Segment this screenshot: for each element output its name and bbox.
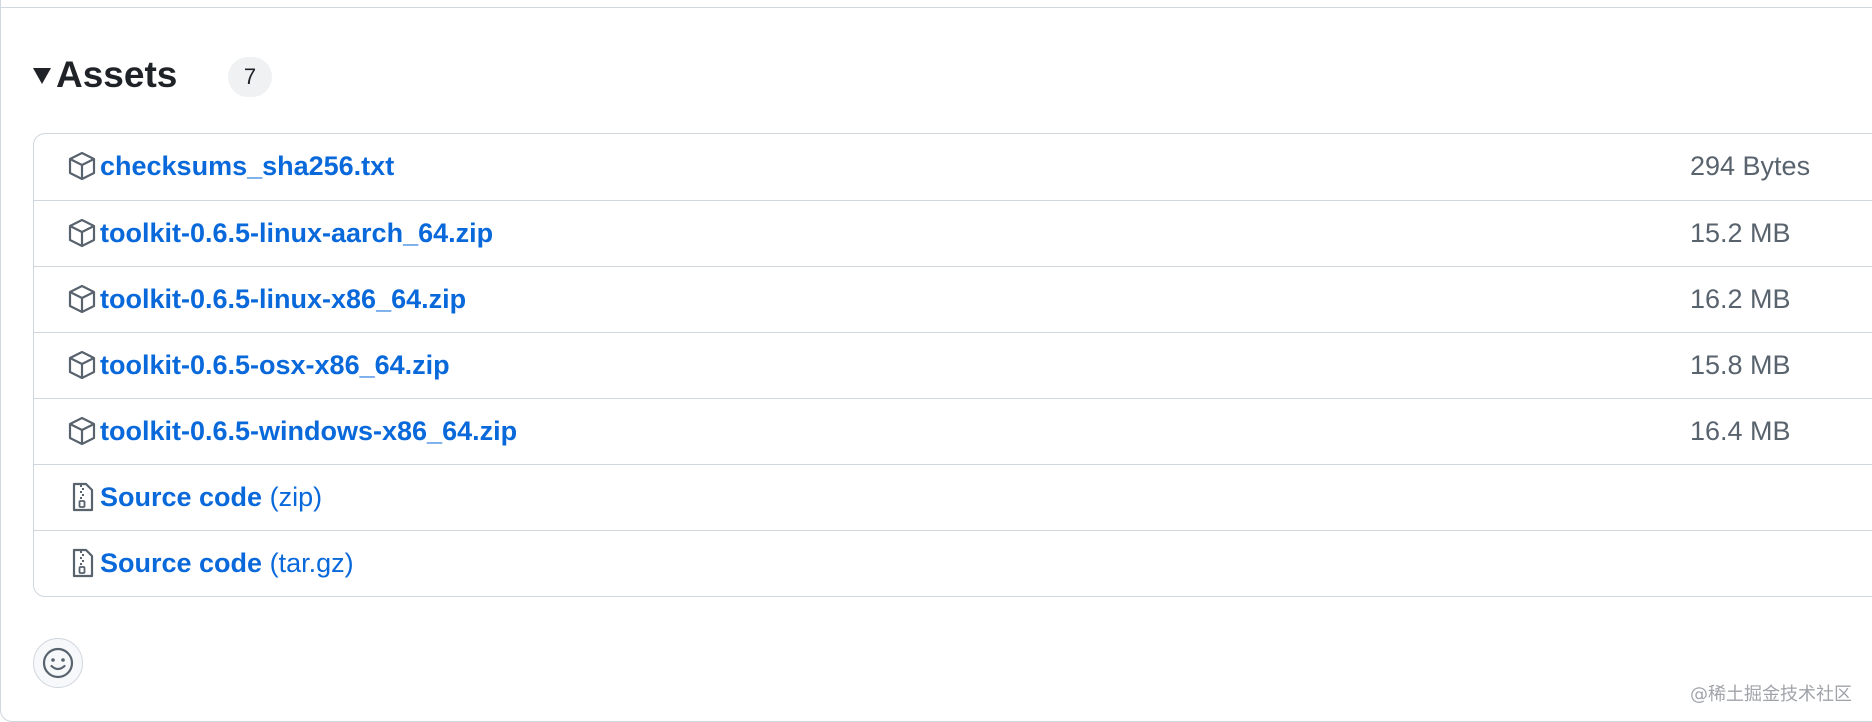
asset-name: toolkit-0.6.5-linux-x86_64.zip xyxy=(100,284,467,314)
smiley-icon xyxy=(42,647,74,679)
asset-size: 16.4 MB xyxy=(1690,416,1791,446)
file-zip-icon xyxy=(72,482,94,512)
asset-name: toolkit-0.6.5-linux-aarch_64.zip xyxy=(100,218,494,248)
asset-row: toolkit-0.6.5-linux-x86_64.zip 16.2 MB xyxy=(34,266,1872,332)
assets-title: Assets xyxy=(56,53,178,95)
asset-row: toolkit-0.6.5-linux-aarch_64.zip 15.2 MB xyxy=(34,200,1872,266)
asset-size: 16.2 MB xyxy=(1690,284,1791,314)
asset-link-checksums[interactable]: checksums_sha256.txt xyxy=(100,151,394,181)
package-icon xyxy=(68,350,96,380)
package-icon xyxy=(68,151,96,181)
assets-toggle[interactable]: Assets xyxy=(33,48,177,100)
file-zip-icon xyxy=(72,548,94,578)
asset-size: 294 Bytes xyxy=(1690,151,1811,181)
asset-name: checksums_sha256.txt xyxy=(100,151,395,181)
package-icon xyxy=(68,284,96,314)
package-icon xyxy=(68,218,96,248)
asset-link-linux-aarch64[interactable]: toolkit-0.6.5-linux-aarch_64.zip xyxy=(100,218,493,248)
asset-name: toolkit-0.6.5-osx-x86_64.zip xyxy=(100,350,450,380)
asset-link-osx-x86-64[interactable]: toolkit-0.6.5-osx-x86_64.zip xyxy=(100,350,450,380)
asset-row: checksums_sha256.txt 294 Bytes xyxy=(34,134,1872,200)
asset-link-source-targz[interactable]: Source code (tar.gz) xyxy=(100,548,354,578)
asset-name: Source code xyxy=(100,482,263,512)
assets-list: checksums_sha256.txt 294 Bytes toolkit-0… xyxy=(33,133,1872,597)
asset-link-source-zip[interactable]: Source code (zip) xyxy=(100,482,322,512)
package-icon xyxy=(68,416,96,446)
asset-name: Source code xyxy=(100,548,263,578)
divider xyxy=(0,7,1872,8)
assets-count-badge: 7 xyxy=(228,57,272,97)
add-reaction-button[interactable] xyxy=(33,638,83,688)
asset-format: (tar.gz) xyxy=(269,548,354,578)
asset-link-linux-x86-64[interactable]: toolkit-0.6.5-linux-x86_64.zip xyxy=(100,284,466,314)
asset-size: 15.2 MB xyxy=(1690,218,1791,248)
asset-size: 15.8 MB xyxy=(1690,350,1791,380)
watermark: @稀土掘金技术社区 xyxy=(1690,684,1852,705)
asset-row: toolkit-0.6.5-windows-x86_64.zip 16.4 MB xyxy=(34,398,1872,464)
triangle-down-icon xyxy=(33,68,51,84)
asset-name: toolkit-0.6.5-windows-x86_64.zip xyxy=(100,416,518,446)
asset-link-windows-x86-64[interactable]: toolkit-0.6.5-windows-x86_64.zip xyxy=(100,416,517,446)
asset-row: Source code (tar.gz) xyxy=(34,530,1872,596)
asset-row: Source code (zip) xyxy=(34,464,1872,530)
asset-row: toolkit-0.6.5-osx-x86_64.zip 15.8 MB xyxy=(34,332,1872,398)
asset-format: (zip) xyxy=(269,482,323,512)
